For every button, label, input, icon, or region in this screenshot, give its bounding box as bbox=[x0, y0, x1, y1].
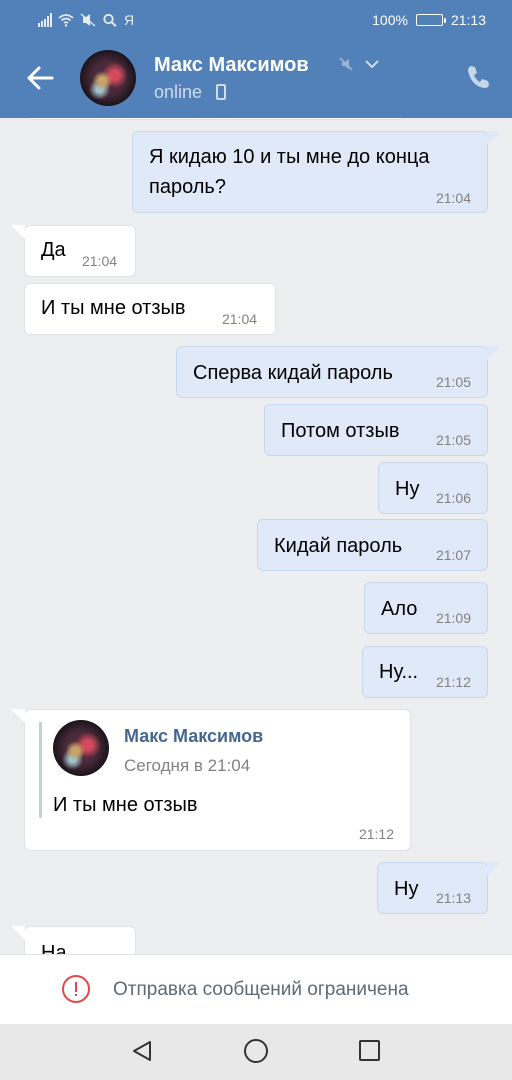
forwarded-message-bubble[interactable]: Макс Максимов Сегодня в 21:04 И ты мне о… bbox=[11, 709, 411, 851]
message-text: Ну bbox=[395, 478, 420, 500]
message-bubble[interactable]: Я кидаю 10 и ты мне до конца пароль? 21:… bbox=[132, 131, 501, 213]
message-time: 21:05 bbox=[435, 432, 471, 448]
message-bubble[interactable]: Ало 21:09 bbox=[364, 582, 488, 634]
back-arrow-icon[interactable] bbox=[26, 64, 54, 92]
forwarded-text: И ты мне отзыв bbox=[53, 794, 198, 816]
exclamation-circle-icon bbox=[62, 975, 90, 1003]
message-time: 21:04 bbox=[222, 311, 258, 327]
message-bubble[interactable]: Да 21:04 bbox=[11, 225, 136, 277]
battery-percent: 100% bbox=[372, 12, 408, 28]
phone-call-icon[interactable] bbox=[464, 63, 492, 91]
message-text: Я кидаю 10 и ты мне до конца bbox=[149, 146, 430, 168]
message-time: 21:05 bbox=[435, 374, 471, 390]
message-bubble[interactable]: Сперва кидай пароль 21:05 bbox=[176, 346, 501, 398]
avatar[interactable] bbox=[53, 720, 109, 776]
message-bubble[interactable]: Кидай пароль 21:07 bbox=[257, 519, 488, 571]
message-text: Ну... bbox=[379, 661, 419, 683]
forwarded-sender[interactable]: Макс Максимов bbox=[124, 726, 263, 747]
system-navigation-bar bbox=[0, 1024, 512, 1080]
online-status: online bbox=[154, 82, 203, 102]
contact-name[interactable]: Макс Максимов bbox=[154, 54, 309, 77]
wifi-icon bbox=[58, 14, 74, 27]
message-time: 21:07 bbox=[435, 547, 471, 563]
message-time: 21:06 bbox=[435, 490, 471, 506]
message-text: Потом отзыв bbox=[281, 420, 400, 442]
signal-icon bbox=[38, 13, 52, 27]
message-text: На bbox=[41, 942, 67, 954]
restriction-text: Отправка сообщений ограничена bbox=[113, 979, 409, 1000]
status-bar: Я 100% 21:13 bbox=[0, 0, 512, 40]
silent-icon bbox=[80, 13, 96, 27]
avatar[interactable] bbox=[80, 50, 136, 106]
message-text: Ну bbox=[394, 878, 419, 900]
message-text: Кидай пароль bbox=[274, 535, 403, 557]
forward-bar bbox=[39, 722, 42, 818]
message-text: И ты мне отзыв bbox=[41, 297, 186, 319]
message-bubble[interactable]: Потом отзыв 21:05 bbox=[264, 404, 488, 456]
mobile-icon bbox=[216, 84, 226, 100]
clock: 21:13 bbox=[450, 12, 486, 28]
message-text: пароль? bbox=[149, 176, 226, 198]
messaging-restricted-banner: Отправка сообщений ограничена bbox=[0, 954, 512, 1024]
message-time: 21:12 bbox=[358, 826, 394, 842]
nav-back-icon[interactable] bbox=[130, 1039, 154, 1063]
message-text: Сперва кидай пароль bbox=[193, 362, 393, 384]
message-feed[interactable]: Я кидаю 10 и ты мне до конца пароль? 21:… bbox=[0, 118, 512, 954]
message-bubble[interactable]: На bbox=[11, 926, 136, 954]
yandex-icon: Я bbox=[124, 12, 135, 28]
nav-recent-icon[interactable] bbox=[359, 1040, 380, 1061]
battery-icon bbox=[415, 14, 446, 26]
message-time: 21:09 bbox=[435, 610, 471, 626]
message-bubble[interactable]: Ну 21:06 bbox=[378, 462, 488, 514]
nav-home-icon[interactable] bbox=[244, 1039, 268, 1063]
search-icon bbox=[103, 13, 117, 27]
message-time: 21:13 bbox=[435, 890, 471, 906]
message-time: 21:04 bbox=[435, 190, 471, 206]
message-text: Да bbox=[41, 239, 66, 261]
message-bubble[interactable]: Ну... 21:12 bbox=[362, 646, 488, 698]
status-right: 100% 21:13 bbox=[372, 10, 486, 30]
message-bubble[interactable]: И ты мне отзыв 21:04 bbox=[24, 283, 276, 335]
message-time: 21:04 bbox=[82, 253, 118, 269]
chevron-down-icon[interactable] bbox=[364, 58, 380, 70]
status-icons: Я bbox=[38, 11, 134, 29]
mute-icon bbox=[339, 57, 353, 71]
message-text: Ало bbox=[381, 598, 418, 620]
message-bubble[interactable]: Ну 21:13 bbox=[377, 862, 501, 914]
previous-message-edge bbox=[24, 118, 406, 120]
message-time: 21:12 bbox=[435, 674, 471, 690]
forwarded-date: Сегодня в 21:04 bbox=[124, 756, 251, 775]
header: Я 100% 21:13 Макс Максимов online bbox=[0, 0, 512, 118]
